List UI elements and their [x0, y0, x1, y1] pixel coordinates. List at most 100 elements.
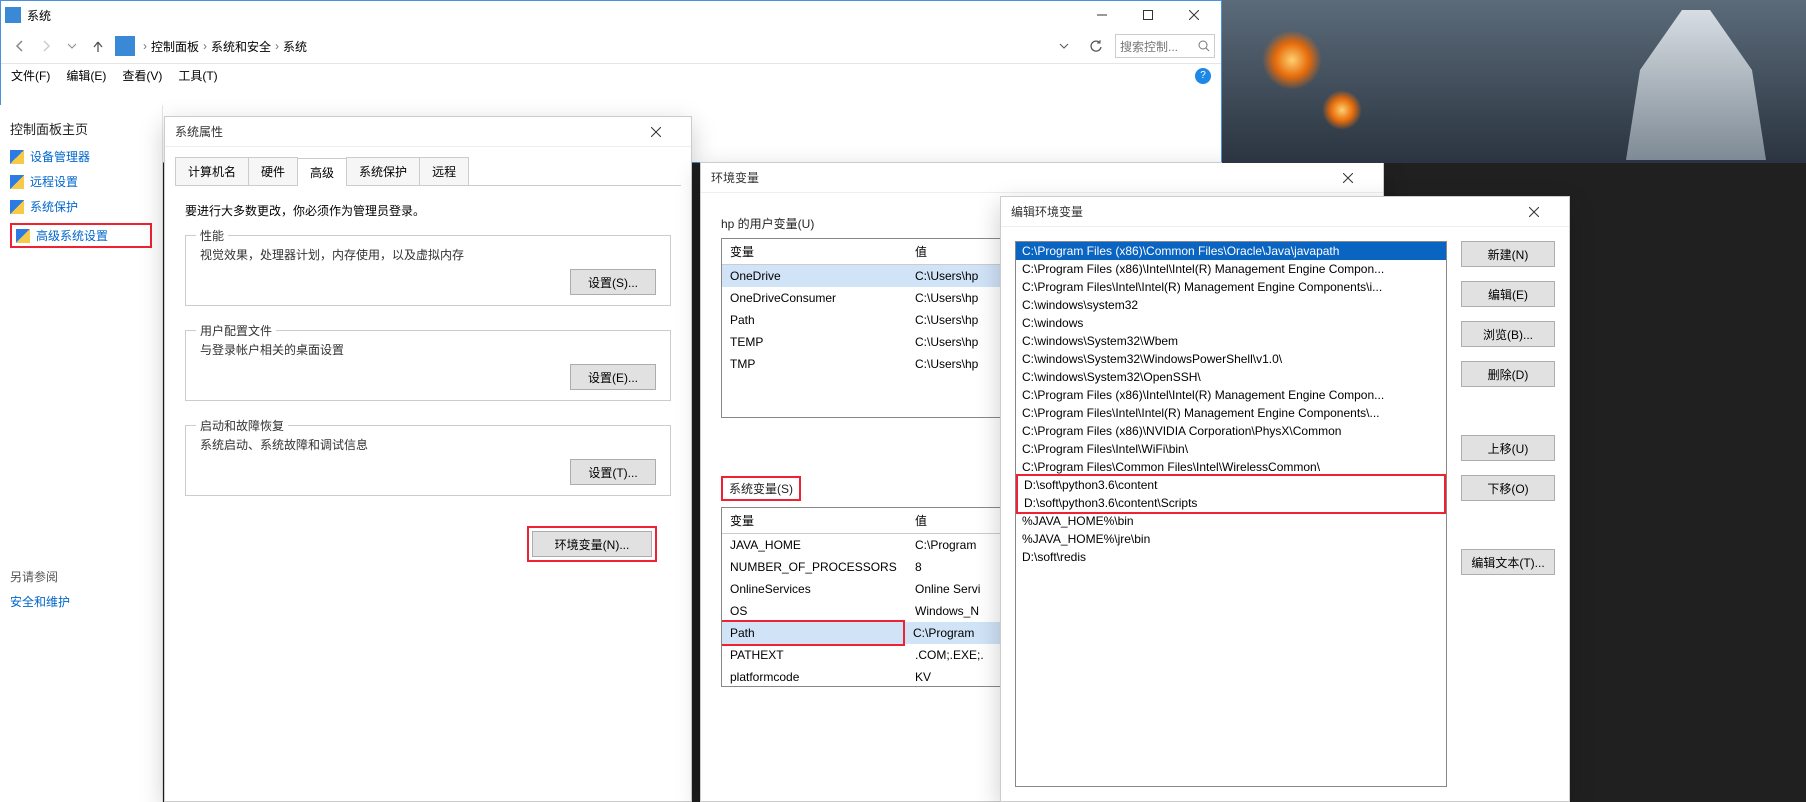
tab-1[interactable]: 硬件	[248, 157, 298, 185]
menu-tools[interactable]: 工具(T)	[178, 67, 217, 84]
dialog-title-bar: 环境变量	[701, 163, 1383, 193]
close-button[interactable]	[1171, 1, 1217, 29]
path-item[interactable]: C:\Program Files\Intel\Intel(R) Manageme…	[1016, 278, 1446, 296]
refresh-button[interactable]	[1083, 33, 1109, 59]
address-dropdown[interactable]	[1051, 33, 1077, 59]
path-item[interactable]: C:\windows\System32\WindowsPowerShell\v1…	[1016, 350, 1446, 368]
path-item[interactable]: D:\soft\redis	[1016, 548, 1446, 566]
sidebar-item-security[interactable]: 安全和维护	[10, 593, 152, 610]
breadcrumb-item[interactable]: 系统和安全	[211, 38, 271, 55]
tab-panel-advanced: 要进行大多数更改，你必须作为管理员登录。 性能视觉效果，处理器计划，内存使用，以…	[165, 186, 691, 576]
cell-var: Path	[721, 620, 905, 646]
close-icon[interactable]	[1529, 207, 1559, 217]
group-settings-button[interactable]: 设置(S)...	[570, 269, 656, 295]
path-item[interactable]: %JAVA_HOME%\bin	[1016, 512, 1446, 530]
dialog-title-bar: 编辑环境变量	[1001, 197, 1569, 227]
see-also-label: 另请参阅	[10, 568, 152, 585]
address-icon	[115, 36, 135, 56]
chevron-right-icon: ›	[199, 39, 211, 53]
delete-button[interactable]: 删除(D)	[1461, 361, 1555, 387]
move-down-button[interactable]: 下移(O)	[1461, 475, 1555, 501]
path-item[interactable]: C:\windows\system32	[1016, 296, 1446, 314]
cell-var: OnlineServices	[722, 578, 907, 600]
close-icon[interactable]	[651, 127, 681, 137]
up-button[interactable]	[85, 33, 111, 59]
sidebar-item-label: 系统保护	[30, 198, 78, 215]
path-item[interactable]: D:\soft\python3.6\content	[1018, 476, 1444, 494]
menu-view[interactable]: 查看(V)	[122, 67, 162, 84]
cell-var: TEMP	[722, 331, 907, 353]
cell-var: PATHEXT	[722, 644, 907, 666]
group-settings-button[interactable]: 设置(T)...	[570, 459, 656, 485]
nav-row: › 控制面板 › 系统和安全 › 系统 搜索控制...	[1, 29, 1221, 63]
back-button[interactable]	[7, 33, 33, 59]
sidebar-item-device-manager[interactable]: 设备管理器	[10, 148, 152, 165]
maximize-button[interactable]	[1125, 1, 1171, 29]
breadcrumb-item[interactable]: 系统	[283, 38, 307, 55]
window-title: 系统	[27, 7, 51, 24]
shield-icon	[16, 229, 30, 243]
edit-button[interactable]: 编辑(E)	[1461, 281, 1555, 307]
path-item[interactable]: C:\windows\System32\OpenSSH\	[1016, 368, 1446, 386]
path-item[interactable]: D:\soft\python3.6\content\Scripts	[1018, 494, 1444, 512]
wallpaper-glow	[1322, 90, 1362, 130]
path-highlight: D:\soft\python3.6\contentD:\soft\python3…	[1016, 474, 1446, 514]
path-item[interactable]: C:\Program Files (x86)\Common Files\Orac…	[1016, 242, 1446, 260]
group-settings-button[interactable]: 设置(E)...	[570, 364, 656, 390]
sidebar-item-label: 远程设置	[30, 173, 78, 190]
sidebar-item-advanced-settings[interactable]: 高级系统设置	[10, 223, 152, 248]
dialog-title-bar: 系统属性	[165, 117, 691, 147]
help-icon[interactable]: ?	[1195, 68, 1211, 84]
sidebar-item-label: 安全和维护	[10, 593, 70, 610]
shield-icon	[10, 150, 24, 164]
menu-bar: 文件(F) 编辑(E) 查看(V) 工具(T) ?	[1, 63, 1221, 87]
tab-3[interactable]: 系统保护	[346, 157, 420, 185]
tab-0[interactable]: 计算机名	[175, 157, 249, 185]
cell-var: Path	[722, 309, 907, 331]
search-input[interactable]: 搜索控制...	[1115, 34, 1215, 58]
path-list[interactable]: C:\Program Files (x86)\Common Files\Orac…	[1015, 241, 1447, 787]
new-button[interactable]: 新建(N)	[1461, 241, 1555, 267]
path-item[interactable]: C:\Program Files (x86)\Intel\Intel(R) Ma…	[1016, 386, 1446, 404]
forward-button[interactable]	[33, 33, 59, 59]
sidebar-item-remote[interactable]: 远程设置	[10, 173, 152, 190]
group-2: 启动和故障恢复系统启动、系统故障和调试信息设置(T)...	[185, 425, 671, 496]
wallpaper-glow	[1262, 30, 1322, 90]
admin-notice: 要进行大多数更改，你必须作为管理员登录。	[185, 202, 671, 219]
dialog-title: 编辑环境变量	[1011, 203, 1083, 220]
browse-button[interactable]: 浏览(B)...	[1461, 321, 1555, 347]
path-item[interactable]: C:\Program Files (x86)\Intel\Intel(R) Ma…	[1016, 260, 1446, 278]
sidebar-item-label: 高级系统设置	[36, 227, 108, 244]
path-item[interactable]: C:\Program Files\Intel\Intel(R) Manageme…	[1016, 404, 1446, 422]
side-panel-title[interactable]: 控制面板主页	[10, 119, 152, 138]
path-item[interactable]: %JAVA_HOME%\jre\bin	[1016, 530, 1446, 548]
sidebar-item-protection[interactable]: 系统保护	[10, 198, 152, 215]
close-icon[interactable]	[1343, 173, 1373, 183]
col-variable[interactable]: 变量	[722, 508, 907, 533]
cell-var: OS	[722, 600, 907, 622]
menu-file[interactable]: 文件(F)	[11, 67, 50, 84]
group-desc: 视觉效果，处理器计划，内存使用，以及虚拟内存	[200, 246, 656, 263]
path-item[interactable]: C:\windows\System32\Wbem	[1016, 332, 1446, 350]
recent-locations-dropdown[interactable]	[59, 33, 85, 59]
system-properties-dialog: 系统属性 计算机名硬件高级系统保护远程 要进行大多数更改，你必须作为管理员登录。…	[164, 116, 692, 802]
path-item[interactable]: C:\Program Files (x86)\NVIDIA Corporatio…	[1016, 422, 1446, 440]
env-vars-button[interactable]: 环境变量(N)...	[532, 531, 652, 557]
side-panel: 控制面板主页 设备管理器 远程设置 系统保护 高级系统设置 另请参阅 安全和维护	[0, 105, 163, 802]
col-variable[interactable]: 变量	[722, 239, 907, 264]
title-bar: 系统	[1, 1, 1221, 29]
path-item[interactable]: C:\Program Files\Intel\WiFi\bin\	[1016, 440, 1446, 458]
minimize-button[interactable]	[1079, 1, 1125, 29]
cell-var: OneDrive	[722, 265, 907, 287]
path-item[interactable]: C:\windows	[1016, 314, 1446, 332]
tab-4[interactable]: 远程	[419, 157, 469, 185]
breadcrumb-item[interactable]: 控制面板	[151, 38, 199, 55]
menu-edit[interactable]: 编辑(E)	[66, 67, 106, 84]
group-label: 性能	[196, 227, 228, 244]
tab-2[interactable]: 高级	[297, 158, 347, 186]
move-up-button[interactable]: 上移(U)	[1461, 435, 1555, 461]
shield-icon	[10, 175, 24, 189]
edit-text-button[interactable]: 编辑文本(T)...	[1461, 549, 1555, 575]
sidebar-item-label: 设备管理器	[30, 148, 90, 165]
dialog-title: 环境变量	[711, 169, 759, 186]
